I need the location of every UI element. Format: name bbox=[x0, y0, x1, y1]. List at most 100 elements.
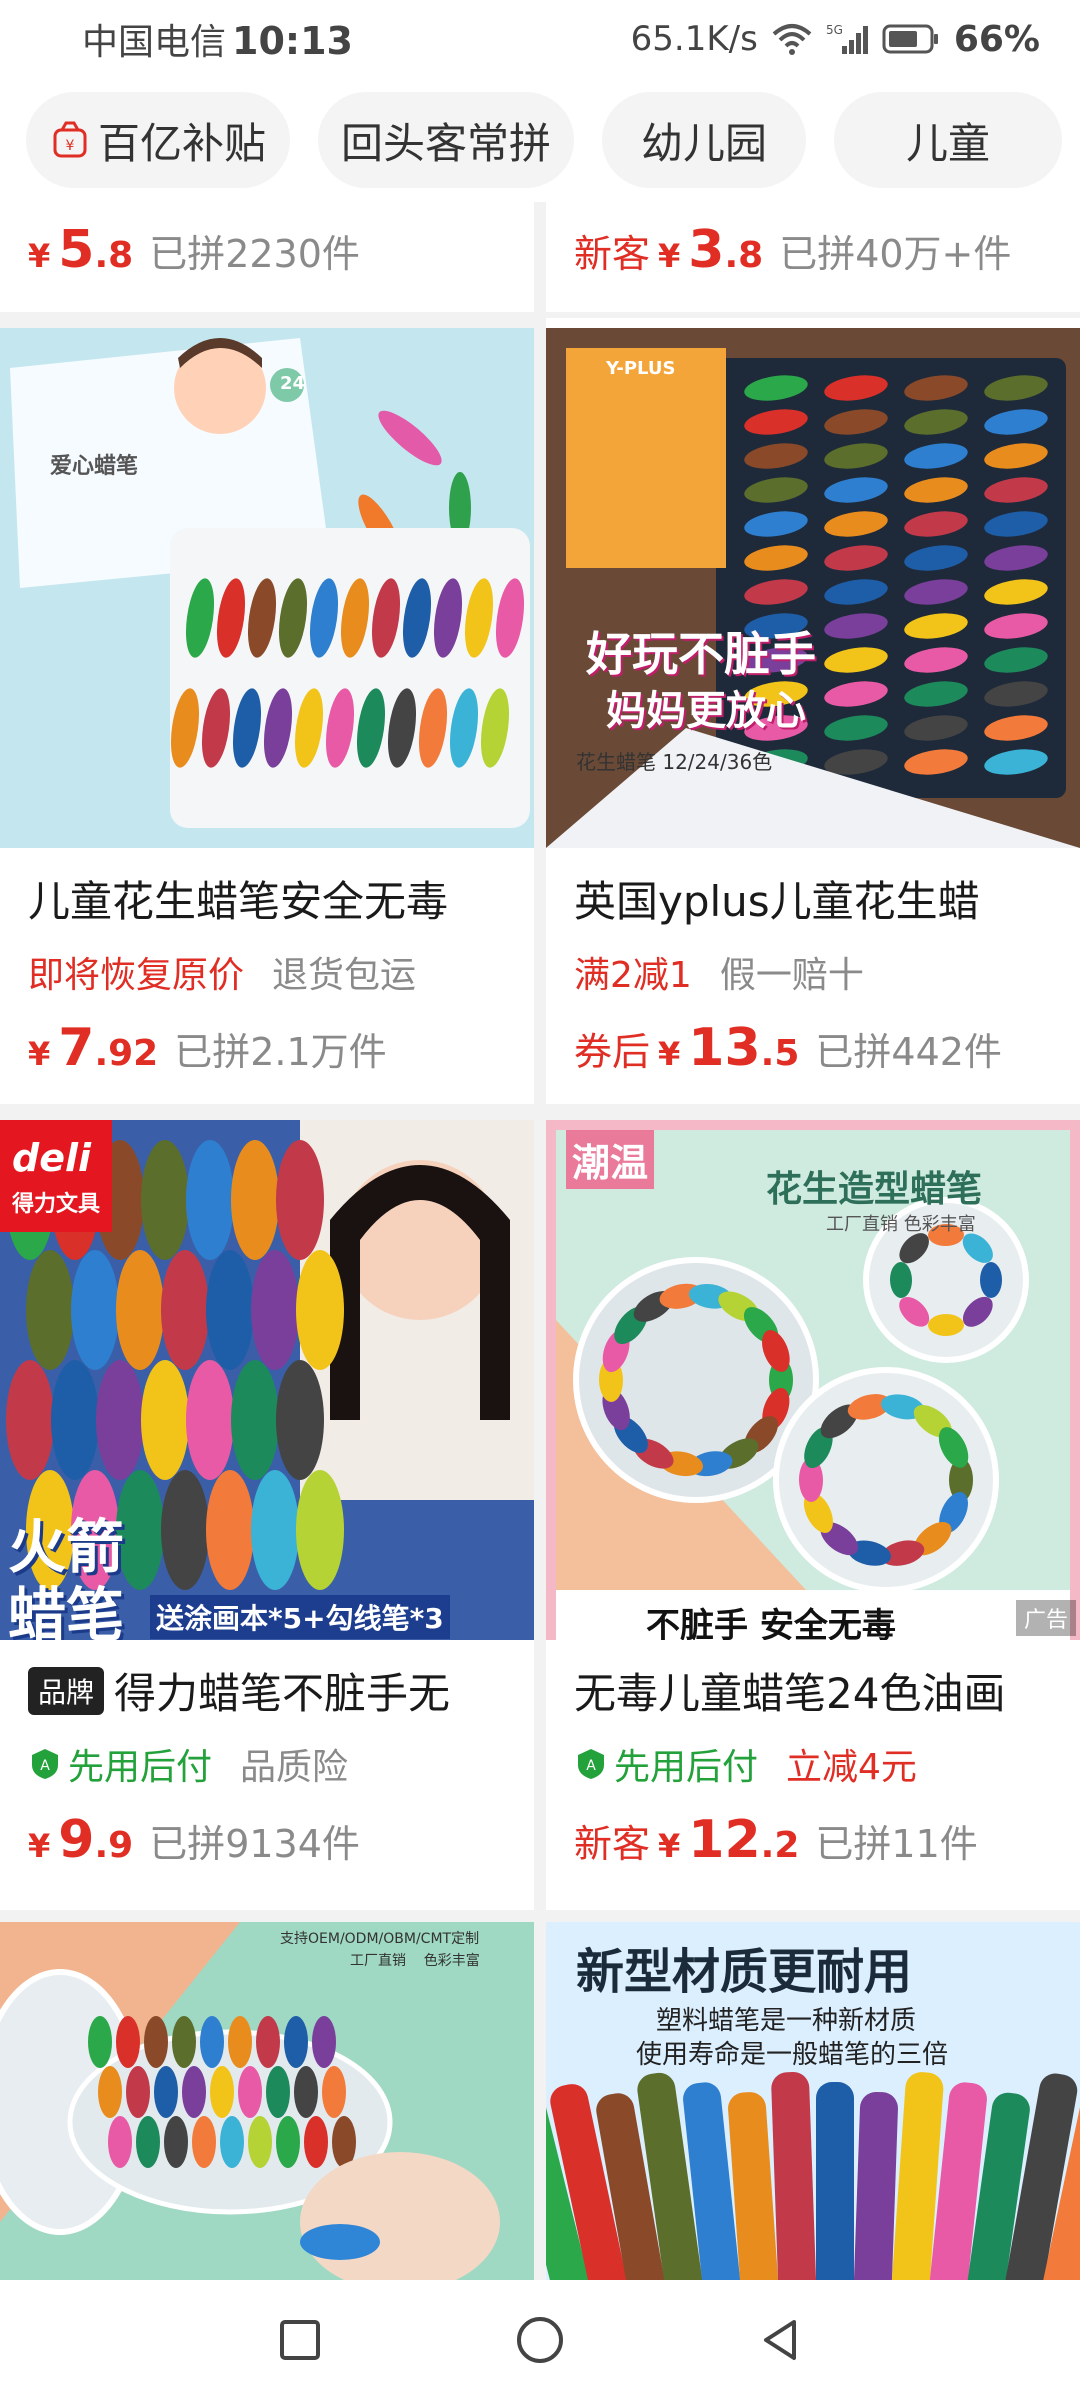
sold-count: 已拼442件 bbox=[815, 1030, 1002, 1074]
tab-subsidy[interactable]: ¥ 百亿补贴 bbox=[26, 92, 290, 188]
price-prefix: 新客 bbox=[574, 1822, 651, 1866]
price-integer: 7 bbox=[58, 1018, 95, 1078]
tag-text: 先用后付 bbox=[614, 1747, 759, 1788]
deli-logo: deli bbox=[12, 1136, 92, 1180]
product-feed[interactable]: ¥ 5 .8 已拼2230件 新客 ¥ 3 .8 已拼40万+件 爱心蜡笔 24… bbox=[0, 202, 1080, 2280]
image-factory-text: 工厂直销 色彩丰富 bbox=[350, 1953, 480, 1969]
price-decimal: .9 bbox=[94, 1825, 134, 1866]
crayon-tub-illustration bbox=[0, 1922, 534, 2280]
brand-badge: 品牌 bbox=[28, 1666, 105, 1715]
clock: 10:13 bbox=[232, 19, 353, 63]
image-title: 新型材质更耐用 bbox=[576, 1944, 913, 2000]
tab-children[interactable]: 儿童 bbox=[834, 92, 1062, 188]
sold-count: 已拼2.1万件 bbox=[174, 1030, 387, 1074]
tab-kindergarten[interactable]: 幼儿园 bbox=[602, 92, 806, 188]
price-decimal: .8 bbox=[724, 235, 764, 276]
tags-row: 即将恢复原价 退货包运 bbox=[28, 946, 416, 998]
home-button[interactable] bbox=[510, 2310, 570, 2370]
price-row: 新客 ¥ 12 .2 已拼11件 bbox=[574, 1810, 978, 1870]
battery-percent: 66% bbox=[953, 18, 1040, 60]
product-card-yplus-crayon[interactable]: Y-PLUS 好玩不脏手 妈妈更放心 花生蜡笔 12/24/36色 英国yplu… bbox=[546, 318, 1080, 1104]
svg-text:¥: ¥ bbox=[66, 138, 75, 154]
crayon-box-illustration bbox=[0, 328, 534, 848]
image-subtitle: 花生蜡笔 12/24/36色 bbox=[576, 750, 773, 774]
system-nav-bar bbox=[0, 2280, 1080, 2400]
image-oem-text: 支持OEM/ODM/OBM/CMT定制 bbox=[280, 1931, 480, 1947]
image-title: 花生造型蜡笔 bbox=[766, 1169, 983, 1210]
green-shield-icon: A bbox=[578, 1749, 604, 1779]
price-decimal: .5 bbox=[760, 1033, 800, 1074]
tag-free-return: 退货包运 bbox=[272, 955, 417, 996]
currency: ¥ bbox=[28, 1035, 51, 1073]
tag-discount: 满2减1 bbox=[574, 955, 692, 996]
sold-count: 已拼2230件 bbox=[149, 232, 360, 276]
signal-icon: 5G bbox=[826, 23, 868, 54]
sold-count: 已拼11件 bbox=[815, 1822, 978, 1866]
image-line-1: 塑料蜡笔是一种新材质 bbox=[656, 2006, 917, 2036]
product-title: 儿童花生蜡笔安全无毒 bbox=[28, 877, 449, 926]
product-card-top-left[interactable]: ¥ 5 .8 已拼2230件 bbox=[0, 202, 534, 312]
back-button[interactable] bbox=[750, 2310, 810, 2370]
tags-row: A 先用后付 品质险 bbox=[28, 1738, 348, 1790]
price-integer: 3 bbox=[688, 220, 725, 280]
tab-label: 幼儿园 bbox=[640, 118, 767, 168]
image-banner: 送涂画本*5+勾线笔*3 bbox=[150, 1595, 450, 1639]
svg-text:A: A bbox=[40, 1758, 50, 1774]
product-card-peanut-crayon[interactable]: 爱心蜡笔 24 儿童花生蜡笔安全无毒 即将恢复原价 退货包运 ¥ 7 .92 已… bbox=[0, 328, 534, 1104]
price-prefix: 新客 bbox=[574, 232, 651, 276]
tab-label: 百亿补贴 bbox=[97, 118, 266, 168]
tag-instant-discount: 立减4元 bbox=[786, 1747, 917, 1788]
product-image[interactable]: 支持OEM/ODM/OBM/CMT定制 工厂直销 色彩丰富 bbox=[0, 1922, 534, 2280]
currency: ¥ bbox=[658, 237, 681, 275]
recents-button[interactable] bbox=[270, 2310, 330, 2370]
price-row: 券后 ¥ 13 .5 已拼442件 bbox=[574, 1018, 1002, 1078]
carrier: 中国电信 bbox=[82, 22, 227, 63]
price-integer: 5 bbox=[58, 220, 95, 280]
wifi-icon bbox=[772, 24, 812, 55]
back-nav-icon bbox=[764, 2320, 796, 2360]
product-image[interactable]: Y-PLUS 好玩不脏手 妈妈更放心 花生蜡笔 12/24/36色 bbox=[546, 328, 1080, 848]
product-image[interactable]: 新型材质更耐用 塑料蜡笔是一种新材质 使用寿命是一般蜡笔的三倍 bbox=[546, 1922, 1080, 2280]
price-decimal: .8 bbox=[94, 235, 134, 276]
title-text: 得力蜡笔不脏手无 bbox=[114, 1669, 451, 1718]
product-card-top-right[interactable]: 新客 ¥ 3 .8 已拼40万+件 bbox=[546, 202, 1080, 312]
deli-logo-sub: 得力文具 bbox=[12, 1192, 101, 1217]
product-card-plastic-crayon[interactable]: 新型材质更耐用 塑料蜡笔是一种新材质 使用寿命是一般蜡笔的三倍 bbox=[546, 1922, 1080, 2280]
product-card-crayon-tub[interactable]: 支持OEM/ODM/OBM/CMT定制 工厂直销 色彩丰富 bbox=[0, 1922, 534, 2280]
tab-repeat-buyers[interactable]: 回头客常拼 bbox=[318, 92, 574, 188]
product-card-deli-crayon[interactable]: deli 得力文具 火箭 蜡笔 送涂画本*5+勾线笔*3 品牌 得力蜡笔不脏手无… bbox=[0, 1120, 534, 1910]
tab-label: 回头客常拼 bbox=[340, 118, 551, 168]
image-headline-1: 好玩不脏手 bbox=[586, 627, 816, 681]
green-shield-icon: A bbox=[32, 1749, 58, 1779]
image-line-2: 使用寿命是一般蜡笔的三倍 bbox=[636, 2040, 949, 2070]
status-bar: 中国电信 10:13 65.1K/s 5G 66% bbox=[0, 0, 1080, 78]
product-title: 无毒儿童蜡笔24色油画 bbox=[574, 1669, 1006, 1718]
product-image[interactable]: deli 得力文具 火箭 蜡笔 送涂画本*5+勾线笔*3 bbox=[0, 1120, 534, 1640]
price-row: 新客 ¥ 3 .8 已拼40万+件 bbox=[574, 220, 1011, 280]
product-card-nontoxic-crayon[interactable]: 潮温 花生造型蜡笔 工厂直销 色彩丰富 不脏手 安全无毒 广告 无毒儿童蜡笔24… bbox=[546, 1120, 1080, 1910]
tag-restore-price: 即将恢复原价 bbox=[28, 955, 245, 996]
price-row: ¥ 5 .8 已拼2230件 bbox=[28, 220, 360, 280]
image-subtitle: 工厂直销 色彩丰富 bbox=[826, 1214, 976, 1235]
currency: ¥ bbox=[658, 1827, 681, 1865]
battery-icon bbox=[882, 24, 938, 54]
price-row: ¥ 7 .92 已拼2.1万件 bbox=[28, 1018, 387, 1078]
brand-text: Y-PLUS bbox=[606, 358, 676, 379]
product-image[interactable]: 爱心蜡笔 24 bbox=[0, 328, 534, 848]
product-image[interactable]: 潮温 花生造型蜡笔 工厂直销 色彩丰富 不脏手 安全无毒 广告 bbox=[546, 1120, 1080, 1640]
sold-count: 已拼9134件 bbox=[149, 1822, 360, 1866]
svg-text:A: A bbox=[586, 1758, 596, 1774]
tag-pay-later: A 先用后付 bbox=[28, 1738, 212, 1790]
currency: ¥ bbox=[658, 1035, 681, 1073]
sold-count: 已拼40万+件 bbox=[779, 232, 1012, 276]
ad-badge: 广告 bbox=[1015, 1600, 1076, 1636]
price-integer: 13 bbox=[688, 1018, 761, 1078]
tags-row: 满2减1 假一赔十 bbox=[574, 946, 864, 998]
tab-label: 儿童 bbox=[905, 118, 990, 168]
tag-pay-later: A 先用后付 bbox=[574, 1738, 758, 1790]
product-title: 品牌 得力蜡笔不脏手无 bbox=[28, 1660, 520, 1721]
count-badge: 24 bbox=[280, 373, 306, 394]
tag-text: 先用后付 bbox=[68, 1747, 213, 1788]
red-bag-icon: ¥ bbox=[53, 121, 87, 158]
tag-quality-insurance: 品质险 bbox=[240, 1747, 349, 1788]
